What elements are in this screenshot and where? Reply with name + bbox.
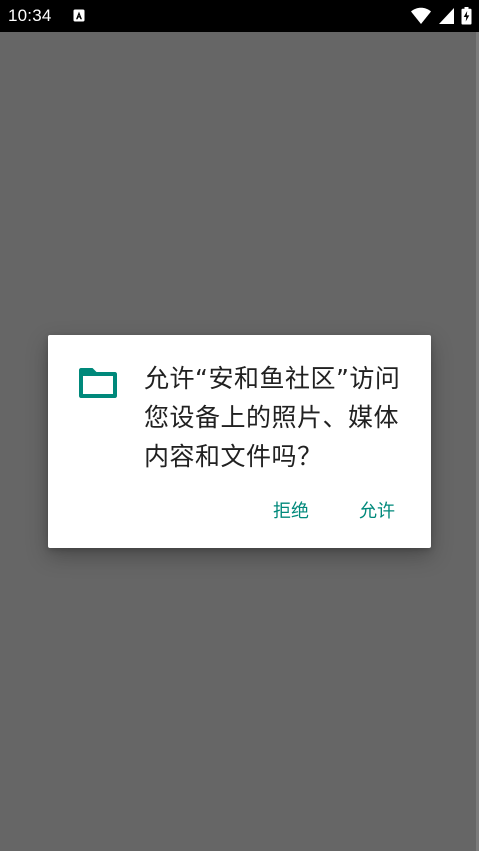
dialog-message: 允许“安和鱼社区”访问您设备上的照片、媒体内容和文件吗？ (144, 364, 401, 471)
status-time: 10:34 (8, 6, 52, 25)
signal-icon (439, 8, 454, 24)
status-bar: 10:34 (0, 0, 479, 32)
dialog-actions: 拒绝 允许 (257, 496, 411, 528)
battery-charging-icon (461, 7, 472, 25)
permission-dialog: 允许“安和鱼社区”访问您设备上的照片、媒体内容和文件吗？ 拒绝 允许 (48, 335, 431, 548)
deny-button[interactable]: 拒绝 (257, 496, 325, 528)
status-icons (410, 7, 472, 25)
a-icon (73, 9, 85, 22)
allow-button[interactable]: 允许 (343, 496, 411, 528)
folder-icon (79, 368, 117, 398)
wifi-icon (411, 7, 431, 24)
